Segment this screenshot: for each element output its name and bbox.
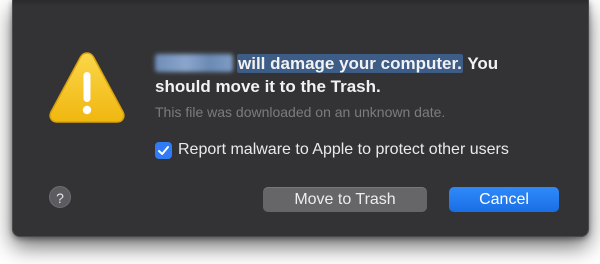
malware-alert-dialog: will damage your computer. You should mo…	[12, 0, 589, 237]
redacted-file-name	[155, 54, 233, 72]
cancel-button[interactable]: Cancel	[449, 187, 559, 212]
warning-triangle-icon	[49, 52, 125, 123]
help-button[interactable]: ?	[49, 186, 71, 208]
report-malware-checkbox[interactable]	[155, 141, 172, 159]
download-info-text: This file was downloaded on an unknown d…	[155, 104, 446, 120]
report-malware-label[interactable]: Report malware to Apple to protect other…	[178, 141, 509, 159]
move-to-trash-button[interactable]: Move to Trash	[263, 187, 427, 212]
checkmark-icon	[158, 145, 169, 155]
dialog-top-edge	[13, 0, 588, 6]
alert-headline: will damage your computer. You should mo…	[155, 52, 535, 98]
headline-line2: should move it to the Trash.	[155, 77, 381, 96]
headline-highlighted: will damage your computer.	[237, 54, 463, 73]
headline-trailing: You	[467, 54, 499, 73]
help-icon: ?	[56, 190, 64, 206]
report-malware-checkbox-row[interactable]: Report malware to Apple to protect other…	[155, 141, 509, 159]
